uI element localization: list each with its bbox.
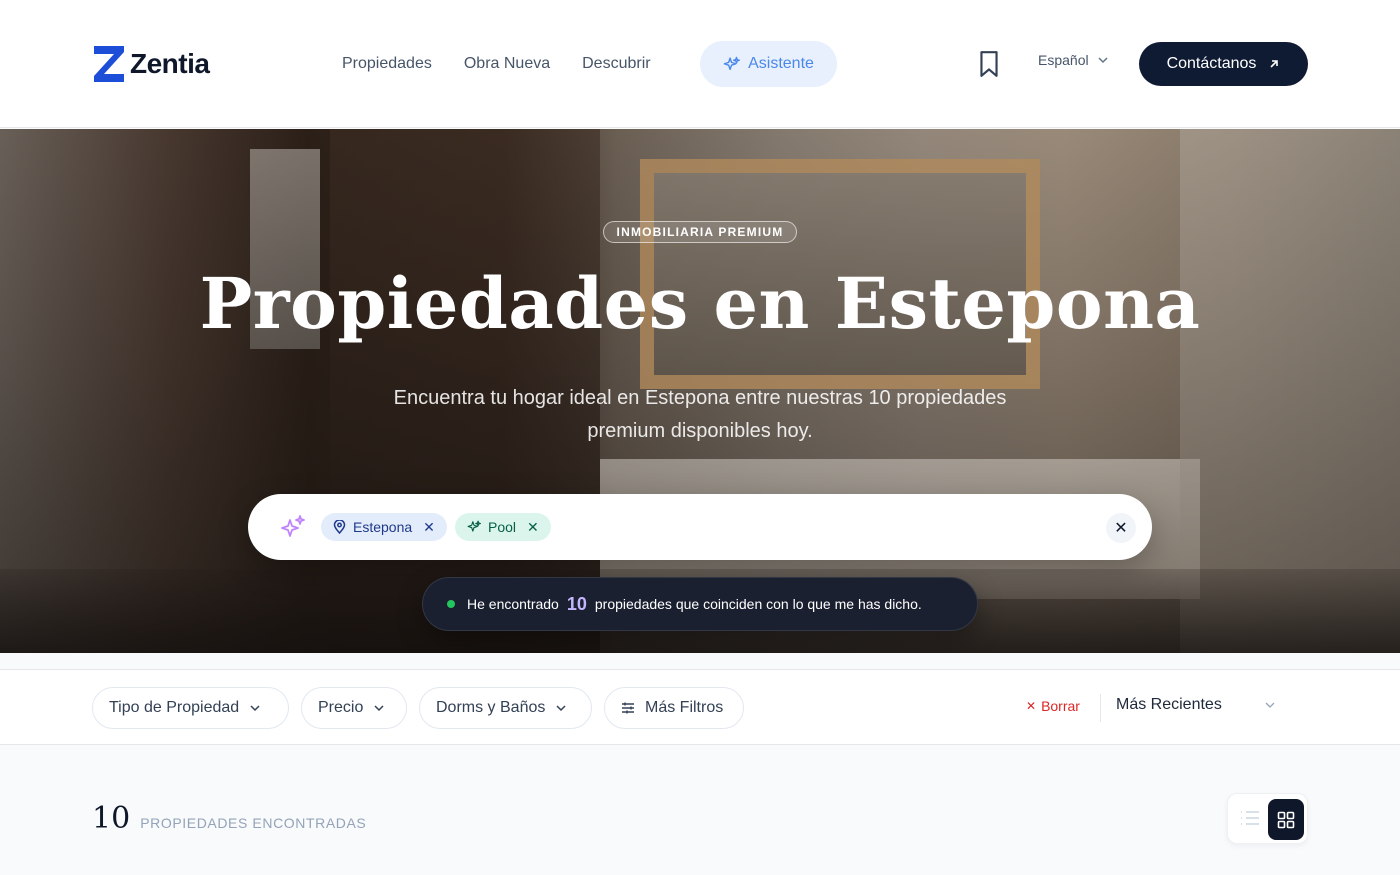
clear-filters-link[interactable]: ✕ Borrar	[1026, 698, 1080, 714]
assistant-button[interactable]: Asistente	[700, 41, 837, 87]
nav-link-obra-nueva[interactable]: Obra Nueva	[464, 55, 550, 73]
status-dot	[447, 600, 455, 608]
close-icon: ✕	[1114, 520, 1128, 537]
contact-button[interactable]: Contáctanos	[1139, 42, 1308, 86]
ai-sparkle-icon	[281, 515, 305, 537]
clear-search-button[interactable]: ✕	[1106, 513, 1136, 543]
ai-result-message: He encontrado 10 propiedades que coincid…	[422, 577, 978, 631]
nav-link-descubrir[interactable]: Descubrir	[582, 55, 650, 73]
filter-label: Dorms y Baños	[436, 699, 546, 716]
close-icon: ✕	[1026, 699, 1037, 713]
filter-label: Más Filtros	[645, 699, 724, 716]
more-filters-button[interactable]: Más Filtros	[604, 687, 744, 729]
results-count-label: PROPIEDADES ENCONTRADAS	[140, 815, 367, 831]
bookmark-icon[interactable]	[976, 50, 1002, 78]
brand-logo[interactable]: Zentia	[92, 44, 210, 84]
chevron-down-icon	[1265, 702, 1275, 708]
brand-name: Zentia	[130, 48, 210, 79]
contact-label: Contáctanos	[1166, 55, 1257, 72]
filter-bar: Tipo de Propiedad Precio Dorms y Baños M…	[0, 669, 1400, 745]
clear-label: Borrar	[1041, 698, 1080, 714]
language-selector[interactable]: Español	[1038, 52, 1109, 68]
chevron-down-icon	[250, 705, 260, 712]
filter-label: Tipo de Propiedad	[109, 699, 240, 716]
sort-select[interactable]: Más Recientes	[1116, 696, 1276, 714]
result-count: 10	[566, 593, 587, 614]
premium-badge: INMOBILIARIA PREMIUM	[603, 221, 797, 243]
filter-property-type-dropdown[interactable]: Tipo de Propiedad	[92, 687, 289, 729]
view-toggle	[1227, 793, 1308, 844]
hero-section: INMOBILIARIA PREMIUM Propiedades en Este…	[0, 129, 1400, 653]
language-label: Español	[1038, 52, 1089, 68]
sparkle-icon	[467, 520, 481, 532]
results-count: 10 PROPIEDADES ENCONTRADAS	[92, 801, 366, 836]
grid-view-button[interactable]	[1268, 799, 1304, 840]
sort-value: Más Recientes	[1116, 696, 1222, 713]
chevron-down-icon	[374, 705, 384, 712]
list-view-icon[interactable]	[1238, 806, 1262, 830]
results-count-number: 10	[92, 801, 131, 836]
remove-chip-location-icon[interactable]: ✕	[423, 519, 435, 536]
assistant-label: Asistente	[748, 55, 814, 72]
chip-label: Estepona	[353, 519, 413, 535]
location-pin-icon	[333, 520, 346, 534]
main-nav: Propiedades Obra Nueva Descubrir	[342, 0, 683, 128]
page-title: Propiedades en Estepona	[199, 262, 1201, 345]
result-suffix: propiedades que coinciden con lo que me …	[594, 596, 922, 612]
filter-chip-pool: Pool ✕	[455, 513, 551, 541]
chip-label: Pool	[488, 519, 517, 535]
chevron-down-icon	[556, 705, 566, 712]
filter-price-dropdown[interactable]: Precio	[301, 687, 407, 729]
filter-beds-baths-dropdown[interactable]: Dorms y Baños	[419, 687, 592, 729]
ai-search-bar[interactable]: Estepona ✕ Pool ✕ ✕	[248, 494, 1152, 560]
arrow-up-right-icon	[1270, 60, 1279, 68]
remove-chip-pool-icon[interactable]: ✕	[527, 519, 539, 536]
grid-icon	[1277, 811, 1295, 828]
sliders-icon	[622, 702, 634, 714]
chevron-down-icon	[1098, 57, 1108, 64]
site-header: Zentia Propiedades Obra Nueva Descubrir …	[0, 0, 1400, 128]
filter-chip-location: Estepona ✕	[321, 513, 447, 541]
hero-subtitle: Encuentra tu hogar ideal en Estepona ent…	[393, 387, 1007, 442]
filter-label: Precio	[318, 699, 364, 716]
nav-link-propiedades[interactable]: Propiedades	[342, 55, 432, 73]
zentia-logo-icon	[94, 46, 124, 82]
result-prefix: He encontrado	[467, 596, 559, 612]
sparkle-icon	[723, 56, 741, 70]
divider	[1100, 694, 1101, 722]
